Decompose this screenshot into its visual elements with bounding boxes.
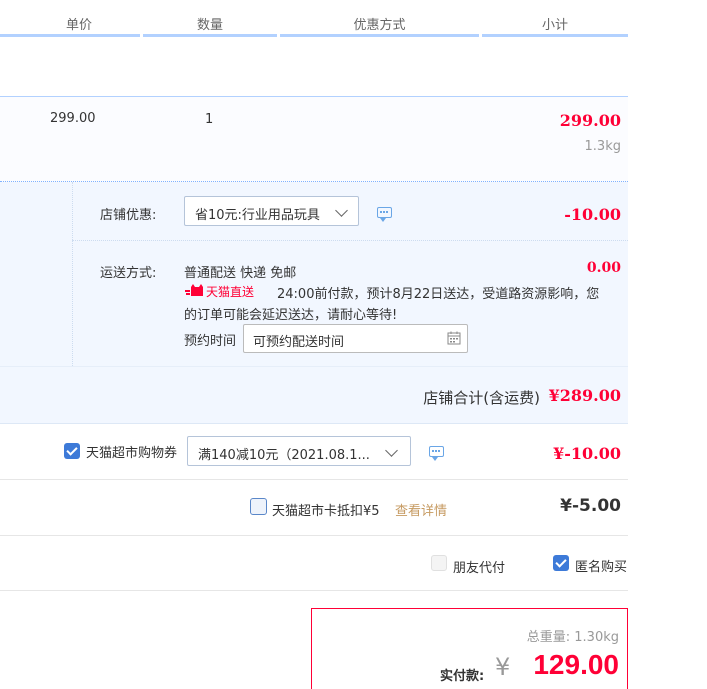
coupon-checkbox[interactable] xyxy=(64,443,80,459)
chevron-down-icon xyxy=(335,204,348,217)
header-col-discount-method: 优惠方式 xyxy=(280,0,479,40)
shipping-amount: 0.00 xyxy=(586,260,621,276)
chevron-down-icon xyxy=(385,444,398,457)
total-weight: 总重量: 1.30kg xyxy=(527,626,619,645)
item-weight: 1.3kg xyxy=(584,139,621,154)
shipping-method: 普通配送 快递 免邮 xyxy=(184,266,297,281)
shop-total-row: 店铺合计(含运费) ¥289.00 xyxy=(0,366,628,424)
header-bar xyxy=(280,34,479,37)
tmall-direct-label: 天猫直送 xyxy=(206,285,255,299)
coupon-label: 天猫超市购物券 xyxy=(86,446,178,461)
item-row: 299.00 1 299.00 1.3kg xyxy=(0,96,628,182)
card-deduction-amount: ¥-5.00 xyxy=(560,496,621,516)
header-col-subtotal: 小计 xyxy=(482,0,628,40)
card-deduction-label: 天猫超市卡抵扣¥5 xyxy=(272,504,380,519)
pay-label: 实付款: xyxy=(440,669,485,684)
schedule-time-placeholder: 可预约配送时间 xyxy=(253,335,345,350)
payment-summary-box: 总重量: 1.30kg 实付款: ¥ 129.00 xyxy=(311,608,628,689)
shop-discount-amount: -10.00 xyxy=(564,205,621,224)
divider xyxy=(72,240,628,241)
header-bar xyxy=(482,34,628,37)
coupon-amount: ¥-10.00 xyxy=(553,444,621,463)
shop-discount-label: 店铺优惠: xyxy=(100,208,157,223)
shipping-notice-line2: 的订单可能会延迟送达，请耐心等待! xyxy=(184,308,398,323)
header-col-unit-price: 单价 xyxy=(0,0,140,40)
anonymous-purchase-checkbox[interactable] xyxy=(553,555,569,571)
message-icon[interactable] xyxy=(377,207,392,222)
friend-pay-checkbox[interactable] xyxy=(431,555,447,571)
shipping-notice-line1: 24:00前付款，预计8月22日送达，受道路资源影响，您 xyxy=(277,287,600,302)
total-weight-label: 总重量: xyxy=(526,630,571,645)
total-weight-value: 1.30kg xyxy=(574,630,619,645)
card-deduction-checkbox[interactable] xyxy=(250,498,267,515)
header-label: 数量 xyxy=(196,18,223,33)
pay-amount: 129.00 xyxy=(533,649,619,680)
item-subtotal: 299.00 xyxy=(559,111,621,130)
header-label: 单价 xyxy=(65,18,92,33)
schedule-time-input[interactable]: 可预约配送时间 xyxy=(243,324,468,353)
coupon-selected: 满140减10元（2021.08.1... xyxy=(198,448,370,463)
calendar-icon[interactable] xyxy=(447,331,461,345)
coupon-select[interactable]: 满140减10元（2021.08.1... xyxy=(187,436,411,466)
shop-total-amount: ¥289.00 xyxy=(548,386,621,405)
shipping-label: 运送方式: xyxy=(100,266,157,281)
order-table-header: 单价 数量 优惠方式 小计 xyxy=(0,0,628,40)
shop-discount-select[interactable]: 省10元:行业用品玩具 xyxy=(184,196,359,226)
divider xyxy=(0,590,628,591)
schedule-label: 预约时间 xyxy=(184,334,237,349)
divider xyxy=(0,479,628,480)
item-unit-price: 299.00 xyxy=(50,111,96,126)
friend-pay-label: 朋友代付 xyxy=(453,561,506,576)
divider xyxy=(0,535,628,536)
anonymous-purchase-label: 匿名购买 xyxy=(575,560,628,575)
shop-total-label: 店铺合计(含运费) xyxy=(423,389,540,407)
tmall-cat-icon xyxy=(185,284,203,296)
header-bar xyxy=(0,34,140,37)
card-detail-link[interactable]: 查看详情 xyxy=(395,500,447,519)
currency-symbol: ¥ xyxy=(495,653,511,681)
message-icon[interactable] xyxy=(429,446,444,461)
header-label: 优惠方式 xyxy=(353,18,406,33)
header-label: 小计 xyxy=(541,18,568,33)
shop-discount-selected: 省10元:行业用品玩具 xyxy=(195,208,320,223)
item-quantity: 1 xyxy=(205,112,214,127)
header-col-quantity: 数量 xyxy=(143,0,277,40)
header-bar xyxy=(143,34,277,37)
